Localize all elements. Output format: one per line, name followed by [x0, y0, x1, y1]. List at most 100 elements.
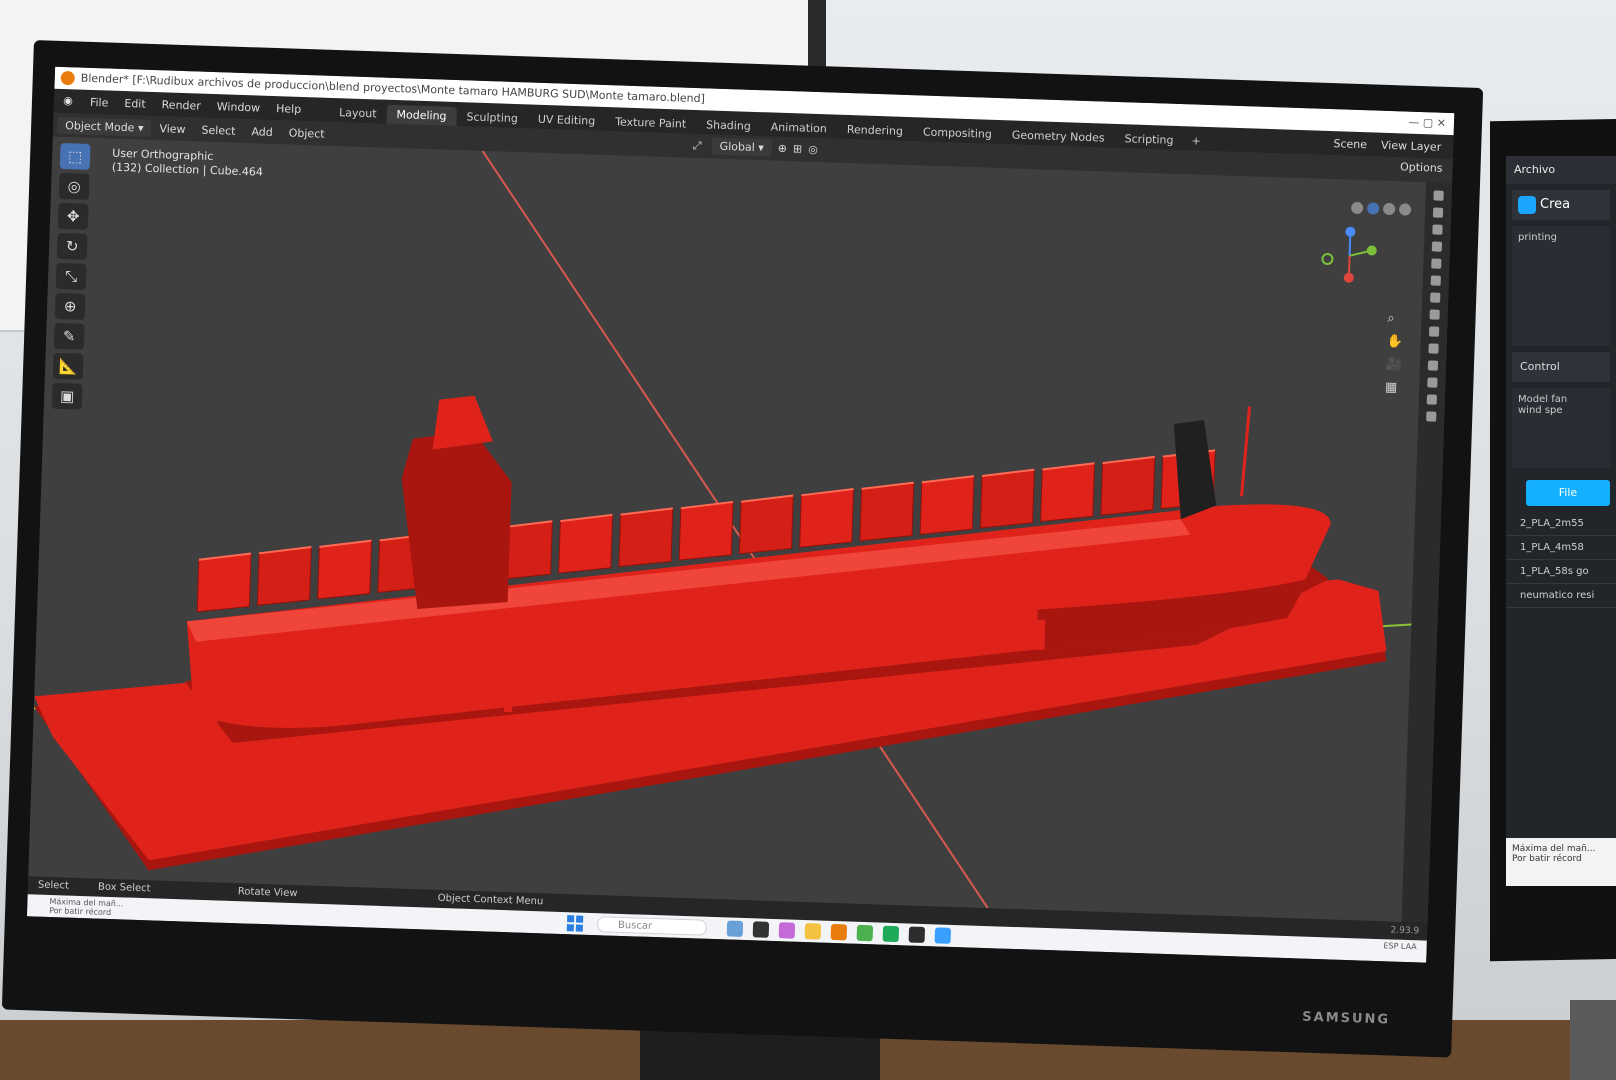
tool-properties-icon[interactable]	[1433, 190, 1444, 201]
status-rotate-view: Rotate View	[237, 886, 298, 900]
add-workspace-icon[interactable]: +	[1183, 131, 1209, 151]
container-stack	[618, 507, 674, 568]
particles-properties-icon[interactable]	[1428, 326, 1440, 337]
menu-edit[interactable]: Edit	[116, 96, 154, 111]
support-post	[1036, 619, 1046, 650]
file-button[interactable]: File	[1526, 480, 1610, 506]
file-item[interactable]: 1_PLA_4m58	[1506, 536, 1616, 560]
scene-properties-icon[interactable]	[1431, 258, 1442, 269]
search-placeholder: Buscar	[617, 919, 653, 932]
file-item[interactable]: neumatico resi	[1506, 584, 1616, 608]
mode-selector[interactable]: Object Mode ▾	[56, 116, 152, 137]
measure-tool-icon[interactable]: 📐	[52, 352, 84, 380]
tab-animation[interactable]: Animation	[760, 117, 837, 139]
tab-rendering[interactable]: Rendering	[837, 120, 914, 142]
container-stack	[317, 540, 373, 600]
move-tool-icon[interactable]: ✥	[57, 202, 89, 230]
object-properties-icon[interactable]	[1430, 292, 1441, 303]
terminal-app-icon[interactable]	[908, 926, 926, 944]
control-tab[interactable]: Control	[1512, 352, 1610, 382]
file-item[interactable]: 2_PLA_2m55	[1506, 512, 1616, 536]
render-properties-icon[interactable]	[1432, 207, 1444, 218]
orientation-selector[interactable]: Global ▾	[711, 137, 773, 157]
proportional-icon[interactable]: ◎	[808, 143, 818, 156]
slicer-app-icon[interactable]	[934, 927, 952, 944]
tab-sculpting[interactable]: Sculpting	[456, 107, 528, 128]
data-properties-icon[interactable]	[1427, 377, 1438, 388]
menu-render[interactable]: Render	[153, 98, 209, 113]
view-layer-properties-icon[interactable]	[1431, 241, 1443, 252]
blender-app-icon[interactable]	[830, 923, 848, 941]
task-view-icon[interactable]	[752, 921, 770, 938]
taskbar-search[interactable]: Buscar	[596, 916, 708, 936]
view-layer-selector[interactable]: View Layer	[1381, 138, 1442, 153]
snap-icon[interactable]: ⊞	[793, 142, 803, 155]
constraints-properties-icon[interactable]	[1427, 360, 1439, 371]
status-box-select: Box Select	[97, 881, 151, 895]
annotate-tool-icon[interactable]: ✎	[53, 322, 85, 350]
menu-help[interactable]: Help	[268, 101, 309, 116]
3d-viewport[interactable]: ⬚ ◎ ✥ ↻ ⤡ ⊕ ✎ 📐 ▣ User Orthographic (132…	[28, 136, 1453, 923]
wireframe-shading-icon[interactable]	[1350, 201, 1364, 215]
solid-shading-icon[interactable]	[1366, 202, 1380, 215]
modifier-properties-icon[interactable]	[1429, 309, 1440, 320]
add-cube-tool-icon[interactable]: ▣	[51, 382, 83, 410]
physics-properties-icon[interactable]	[1428, 343, 1439, 354]
window-controls[interactable]: — ▢ ✕	[1408, 112, 1446, 135]
tab-layout[interactable]: Layout	[329, 103, 387, 124]
menu-view[interactable]: View	[151, 119, 194, 137]
transform-controls: ⤢ Global ▾ ⊕ ⊞ ◎	[693, 137, 818, 158]
menu-window[interactable]: Window	[209, 99, 269, 114]
menu-file[interactable]: File	[82, 95, 117, 109]
widgets-app-icon[interactable]	[726, 920, 744, 937]
view-layer-label: View Layer	[1380, 138, 1442, 154]
rotate-tool-icon[interactable]: ↻	[56, 232, 88, 260]
bridge-top	[432, 395, 493, 450]
file-item[interactable]: 1_PLA_58s go	[1506, 560, 1616, 584]
scene-selector[interactable]: Scene	[1333, 137, 1367, 151]
green-app-icon[interactable]	[882, 925, 900, 943]
material-shading-icon[interactable]	[1382, 202, 1396, 216]
material-properties-icon[interactable]	[1426, 394, 1438, 405]
pan-hand-icon[interactable]: ✋	[1386, 334, 1403, 350]
slicer-brand: Crea	[1512, 190, 1610, 220]
camera-view-icon[interactable]: 🎥	[1386, 357, 1403, 373]
menu-object[interactable]: Object	[280, 124, 332, 143]
rendered-shading-icon[interactable]	[1398, 203, 1412, 216]
container-stack	[799, 488, 855, 548]
copilot-app-icon[interactable]	[778, 922, 796, 939]
second-monitor-menu[interactable]: Archivo	[1506, 156, 1616, 184]
ortho-grid-icon[interactable]: ▦	[1385, 380, 1402, 396]
file-explorer-icon[interactable]	[804, 923, 822, 940]
container-stack	[1040, 462, 1096, 523]
menu-add[interactable]: Add	[243, 122, 281, 140]
output-properties-icon[interactable]	[1432, 224, 1443, 235]
navigation-gizmo[interactable]	[1319, 225, 1381, 287]
notice-sub: Por batir récord	[1512, 854, 1582, 864]
ship-scene	[33, 150, 1438, 909]
cursor-tool-icon[interactable]: ◎	[58, 172, 90, 200]
tab-scripting[interactable]: Scripting	[1114, 129, 1184, 150]
options-menu[interactable]: Options	[1400, 160, 1443, 174]
world-properties-icon[interactable]	[1430, 275, 1441, 286]
gizmo-x-icon	[1343, 272, 1354, 283]
start-icon[interactable]	[566, 915, 584, 932]
second-monitor-notification[interactable]: Máxima del mañ... Por batir récord	[1506, 838, 1616, 886]
weather-notification[interactable]: Máxima del mañ... Por batir récord	[49, 897, 124, 917]
texture-properties-icon[interactable]	[1426, 411, 1437, 422]
orientation-icon: ⤢	[692, 138, 702, 152]
container-stack	[1100, 456, 1156, 516]
tab-uv-editing[interactable]: UV Editing	[528, 109, 606, 131]
chrome-app-icon[interactable]	[856, 924, 874, 942]
select-box-tool-icon[interactable]: ⬚	[59, 142, 91, 170]
tab-shading[interactable]: Shading	[696, 115, 761, 136]
menu-select[interactable]: Select	[193, 121, 243, 140]
zoom-icon[interactable]: ⌕	[1387, 311, 1404, 327]
blender-menu-icon[interactable]: ◉	[60, 93, 77, 110]
pivot-icon[interactable]: ⊕	[778, 142, 788, 155]
scale-tool-icon[interactable]: ⤡	[55, 262, 87, 290]
blender-window: Blender* [F:\Rudibux archivos de producc…	[26, 66, 1455, 963]
tab-modeling[interactable]: Modeling	[386, 104, 457, 127]
system-tray[interactable]: ESP LAA	[1383, 941, 1417, 951]
transform-tool-icon[interactable]: ⊕	[54, 292, 86, 320]
